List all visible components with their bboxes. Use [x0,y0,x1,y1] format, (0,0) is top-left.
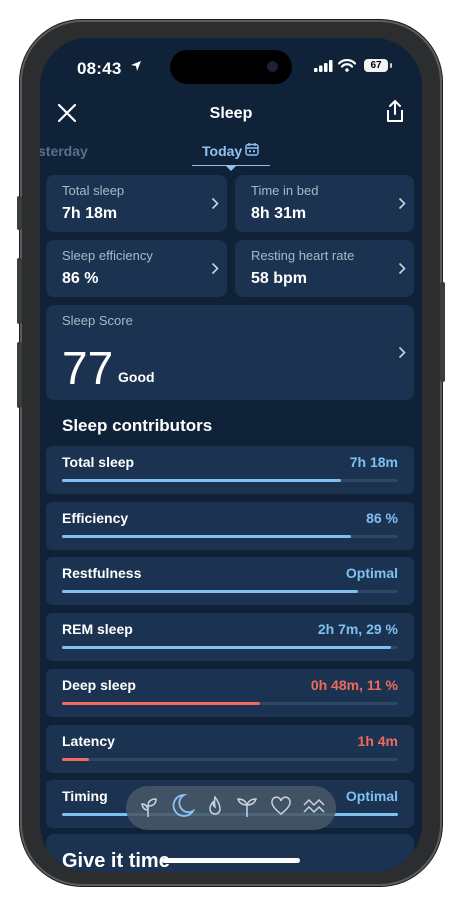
chevron-right-icon [211,262,219,275]
contributor-label: Total sleep [62,454,135,470]
section-title-contributors: Sleep contributors [62,416,213,435]
contributor-label: Restfulness [62,565,142,581]
contributor-value: 7h 18m [349,454,398,470]
battery-icon: 67 [364,59,388,72]
metric-card-time-in-bed[interactable]: Time in bed 8h 31m [235,175,414,232]
moon-icon[interactable] [171,793,195,819]
contributor-label: Deep sleep [62,677,136,693]
contributor-bar-track [62,590,398,593]
contributor-row[interactable]: Latency 1h 4m [46,725,414,773]
chevron-right-icon [398,262,406,275]
contributor-bar-fill [62,646,392,649]
give-it-time-title: Give it time [62,850,170,872]
metric-card-resting-heart-rate[interactable]: Resting heart rate 58 bpm [235,240,414,297]
share-icon[interactable] [384,99,406,123]
contributor-label: Efficiency [62,510,129,526]
score-label: Sleep Score [62,313,133,328]
contributor-bar-fill [62,702,261,705]
home-indicator [162,858,300,863]
contributor-label: Timing [62,788,108,804]
tab-indicator [225,165,237,171]
sprout-icon[interactable] [140,796,160,818]
contributor-bar-fill [62,758,89,761]
status-bar: 08:43 67 [40,38,422,96]
metric-value: 58 bpm [251,270,308,287]
metric-label: Resting heart rate [251,248,355,263]
contributor-bar-track [62,702,398,705]
contributor-row[interactable]: Total sleep 7h 18m [46,446,414,494]
wifi-icon [338,59,356,72]
chevron-right-icon [398,197,406,210]
contributor-value: 2h 7m, 29 % [317,621,398,637]
leaf-pair-icon[interactable] [236,796,258,818]
metric-card-sleep-efficiency[interactable]: Sleep efficiency 86 % [46,240,227,297]
metric-value: 86 % [62,270,99,287]
metric-label: Total sleep [62,183,125,198]
contributor-value: 1h 4m [357,733,398,749]
page-title: Sleep [209,105,253,122]
tab-yesterday[interactable]: sterday [40,143,88,159]
score-value: 77 [62,342,114,394]
action-button [17,196,22,230]
chevron-right-icon [211,197,219,210]
contributor-row[interactable]: Restfulness Optimal [46,557,414,605]
metric-card-total-sleep[interactable]: Total sleep 7h 18m [46,175,227,232]
contributor-value: 0h 48m, 11 % [310,677,398,693]
contributor-bar-fill [62,535,351,538]
chevron-right-icon [398,346,406,359]
score-rating: Good [118,369,155,385]
heart-icon[interactable] [270,796,292,816]
volume-down-button [17,342,22,408]
signal-icon [314,60,333,72]
waves-icon[interactable] [303,798,325,816]
contributor-value: Optimal [345,565,398,581]
tab-today[interactable]: Today [202,143,242,159]
contributor-bar-track [62,535,398,538]
location-arrow-icon [131,61,141,71]
contributor-bar-fill [62,479,341,482]
metric-value: 8h 31m [251,205,307,222]
contributor-bar-track [62,646,398,649]
power-button [440,282,445,382]
contributor-bar-track [62,479,398,482]
contributor-value: 86 % [366,510,398,526]
volume-up-button [17,258,22,324]
flame-icon[interactable] [206,796,224,818]
contributor-row[interactable]: Deep sleep 0h 48m, 11 % [46,669,414,717]
contributor-label: Latency [62,733,115,749]
contributor-bar-track [62,758,398,761]
app-screen: 08:43 67 Sleep sterday Today Total sleep… [40,38,422,872]
camera-icon [267,61,278,72]
sleep-score-card[interactable]: Sleep Score 77 Good [46,305,414,400]
contributor-row[interactable]: Efficiency 86 % [46,502,414,550]
contributor-label: REM sleep [62,621,133,637]
metric-label: Sleep efficiency [62,248,153,263]
metric-value: 7h 18m [62,205,118,222]
dynamic-island [170,50,292,84]
status-time: 08:43 [77,59,122,78]
calendar-icon[interactable] [245,142,259,156]
metric-label: Time in bed [251,183,319,198]
contributor-row[interactable]: REM sleep 2h 7m, 29 % [46,613,414,661]
battery-tip [390,63,392,68]
bottom-nav [126,786,336,830]
contributor-bar-fill [62,590,358,593]
contributor-value: Optimal [345,788,398,804]
